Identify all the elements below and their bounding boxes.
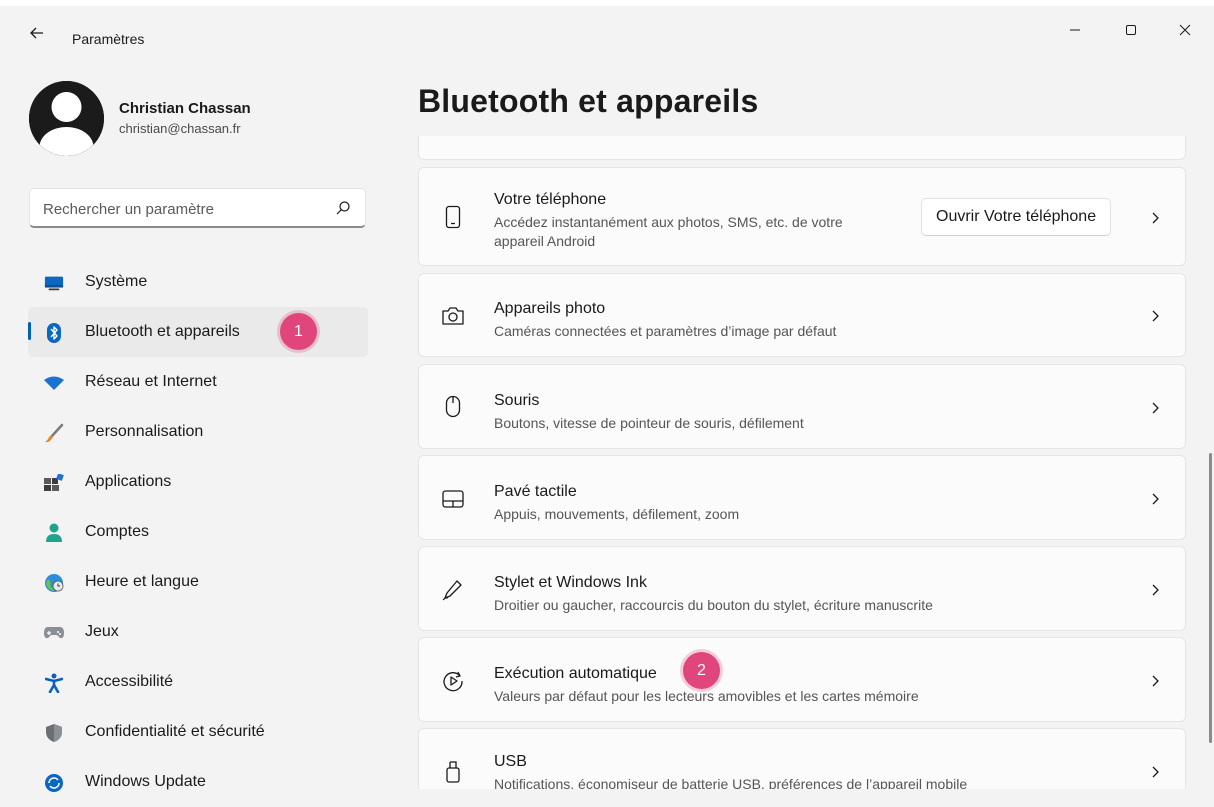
close-button[interactable] bbox=[1162, 14, 1208, 46]
card-desc: Valeurs par défaut pour les lecteurs amo… bbox=[494, 688, 919, 704]
card-desc: Droitier ou gaucher, raccourcis du bouto… bbox=[494, 597, 933, 613]
user-name: Christian Chassan bbox=[119, 100, 251, 117]
app-title: Paramètres bbox=[72, 31, 145, 47]
accessibility-icon bbox=[44, 673, 64, 693]
card-title: Exécution automatique bbox=[494, 665, 657, 682]
close-icon bbox=[1179, 24, 1191, 36]
globe-clock-icon bbox=[44, 573, 64, 593]
user-silhouette-icon bbox=[29, 81, 104, 156]
sidebar-item-systeme[interactable]: Système bbox=[28, 257, 368, 307]
step-badge-1: 1 bbox=[280, 313, 317, 350]
maximize-icon bbox=[1126, 25, 1136, 35]
chevron-right-icon bbox=[1152, 310, 1159, 322]
card-souris[interactable]: Souris Boutons, vitesse de pointeur de s… bbox=[418, 364, 1186, 449]
sidebar-nav: Système Bluetooth et appareils Réseau et… bbox=[28, 257, 368, 807]
touchpad-icon bbox=[441, 487, 465, 511]
sidebar-item-label: Réseau et Internet bbox=[85, 373, 217, 390]
chevron-right-icon bbox=[1152, 493, 1159, 505]
camera-icon bbox=[441, 304, 465, 328]
sidebar-item-label: Applications bbox=[85, 473, 172, 490]
sidebar-item-label: Comptes bbox=[85, 523, 150, 540]
page-title: Bluetooth et appareils bbox=[418, 83, 759, 119]
autoplay-icon bbox=[441, 669, 465, 693]
sidebar-item-heure-langue[interactable]: Heure et langue bbox=[28, 557, 368, 607]
chevron-right-icon bbox=[1152, 584, 1159, 596]
card-votre-telephone[interactable]: Votre téléphone Accédez instantanément a… bbox=[418, 167, 1186, 266]
card-usb[interactable]: USB Notifications, économiseur de batter… bbox=[418, 728, 1186, 789]
card-title: Appareils photo bbox=[494, 300, 606, 317]
step-badge-2: 2 bbox=[683, 652, 720, 689]
usb-icon bbox=[441, 760, 465, 784]
sidebar-item-bluetooth[interactable]: Bluetooth et appareils bbox=[28, 307, 368, 357]
brush-icon bbox=[44, 423, 64, 443]
search-placeholder: Rechercher un paramètre bbox=[43, 201, 214, 218]
mouse-icon bbox=[441, 395, 465, 419]
sidebar-item-personnalisation[interactable]: Personnalisation bbox=[28, 407, 368, 457]
gamepad-icon bbox=[44, 623, 64, 643]
title-bar bbox=[0, 6, 1214, 46]
apps-icon bbox=[44, 473, 64, 493]
card-title: Pavé tactile bbox=[494, 483, 577, 500]
card-appareils-photo[interactable]: Appareils photo Caméras connectées et pa… bbox=[418, 273, 1186, 357]
card-desc: Accédez instantanément aux photos, SMS, … bbox=[494, 213, 843, 251]
chevron-right-icon bbox=[1152, 766, 1159, 778]
bluetooth-icon bbox=[44, 323, 64, 343]
sidebar-item-label: Heure et langue bbox=[85, 573, 199, 590]
card-title: Votre téléphone bbox=[494, 191, 607, 208]
card-desc: Caméras connectées et paramètres d’image… bbox=[494, 323, 837, 339]
pen-icon bbox=[441, 578, 465, 602]
chevron-right-icon bbox=[1152, 402, 1159, 414]
minimize-icon bbox=[1070, 29, 1080, 31]
open-phone-button[interactable]: Ouvrir Votre téléphone bbox=[921, 198, 1112, 236]
wifi-icon bbox=[44, 373, 64, 393]
monitor-icon bbox=[44, 273, 64, 293]
chevron-right-icon bbox=[1152, 675, 1159, 687]
card-title: Souris bbox=[494, 392, 540, 409]
search-input[interactable]: Rechercher un paramètre bbox=[29, 188, 366, 228]
search-icon bbox=[336, 201, 350, 215]
avatar[interactable] bbox=[29, 81, 104, 156]
card-pave-tactile[interactable]: Pavé tactile Appuis, mouvements, défilem… bbox=[418, 455, 1186, 540]
card-desc-line: appareil Android bbox=[494, 233, 596, 249]
card-execution-automatique[interactable]: Exécution automatique Valeurs par défaut… bbox=[418, 637, 1186, 722]
arrow-left-icon bbox=[30, 27, 43, 39]
card-desc: Appuis, mouvements, défilement, zoom bbox=[494, 506, 740, 522]
maximize-button[interactable] bbox=[1108, 14, 1154, 46]
sidebar-item-accessibilite[interactable]: Accessibilité bbox=[28, 657, 368, 707]
user-email: christian@chassan.fr bbox=[119, 121, 241, 136]
sidebar-item-label: Confidentialité et sécurité bbox=[85, 723, 265, 740]
update-icon bbox=[44, 773, 64, 793]
card-desc: Notifications, économiseur de batterie U… bbox=[494, 776, 968, 789]
person-icon bbox=[44, 523, 64, 543]
sidebar-item-confidentialite[interactable]: Confidentialité et sécurité bbox=[28, 707, 368, 757]
card-stylet[interactable]: Stylet et Windows Ink Droitier ou gauche… bbox=[418, 546, 1186, 631]
sidebar-item-comptes[interactable]: Comptes bbox=[28, 507, 368, 557]
sidebar-item-jeux[interactable]: Jeux bbox=[28, 607, 368, 657]
sidebar-item-label: Jeux bbox=[85, 623, 119, 640]
back-button[interactable] bbox=[26, 22, 48, 44]
sidebar-item-label: Bluetooth et appareils bbox=[85, 323, 240, 340]
sidebar-item-windows-update[interactable]: Windows Update bbox=[28, 757, 368, 807]
minimize-button[interactable] bbox=[1052, 14, 1098, 46]
sidebar-item-label: Windows Update bbox=[85, 773, 206, 790]
chevron-right-icon bbox=[1152, 212, 1159, 224]
card-desc: Boutons, vitesse de pointeur de souris, … bbox=[494, 415, 804, 431]
sidebar-item-label: Accessibilité bbox=[85, 673, 174, 690]
card-desc-line: Accédez instantanément aux photos, SMS, … bbox=[494, 214, 843, 230]
selection-indicator bbox=[28, 322, 31, 340]
scrollbar-thumb[interactable] bbox=[1209, 453, 1212, 743]
sidebar-item-label: Système bbox=[85, 273, 148, 290]
card-title: USB bbox=[494, 753, 527, 770]
shield-icon bbox=[44, 723, 64, 743]
settings-list: Votre téléphone Accédez instantanément a… bbox=[418, 136, 1186, 789]
phone-icon bbox=[441, 205, 465, 229]
sidebar-item-label: Personnalisation bbox=[85, 423, 204, 440]
card-title: Stylet et Windows Ink bbox=[494, 574, 647, 591]
sidebar-item-applications[interactable]: Applications bbox=[28, 457, 368, 507]
sidebar-item-reseau[interactable]: Réseau et Internet bbox=[28, 357, 368, 407]
previous-card[interactable] bbox=[418, 136, 1186, 160]
